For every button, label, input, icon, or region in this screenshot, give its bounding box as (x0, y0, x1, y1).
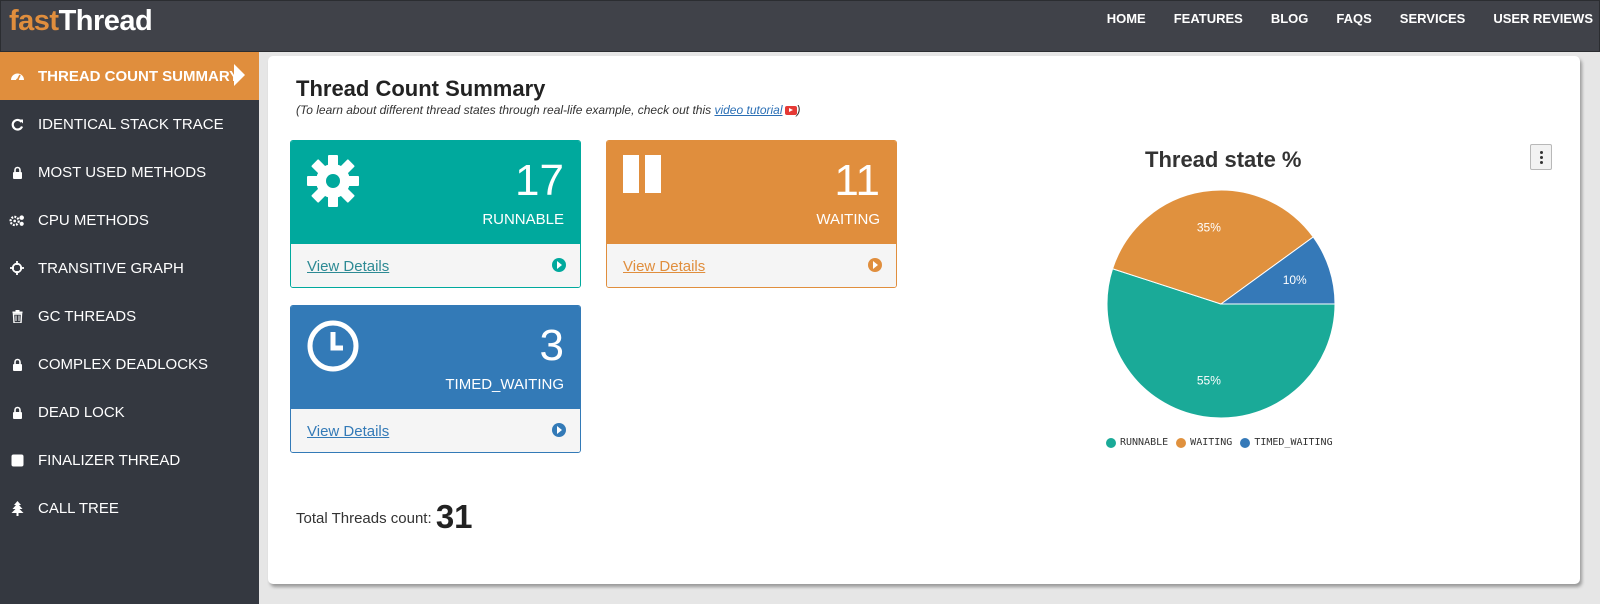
legend-item-runnable[interactable]: RUNNABLE (1106, 437, 1168, 448)
pie-data-label: 10% (1283, 273, 1307, 287)
legend-label: TIMED_WAITING (1254, 437, 1333, 448)
card-header: 3 TIMED_WAITING (291, 306, 580, 409)
sidebar-item-label: TRANSITIVE GRAPH (38, 259, 184, 277)
waiting-view-details-link[interactable]: View Details (623, 258, 705, 275)
nav-features[interactable]: FEATURES (1174, 11, 1243, 26)
sidebar-item-label: FINALIZER THREAD (38, 451, 181, 469)
thread-state-pie-chart: 55% 35% 10% (1106, 189, 1336, 419)
top-navbar: fastThread HOME FEATURES BLOG FAQS SERVI… (0, 0, 1600, 52)
app-logo[interactable]: fastThread (9, 5, 153, 38)
waiting-label: WAITING (816, 211, 880, 228)
arrow-circle-right-icon[interactable] (868, 258, 882, 272)
total-threads-label: Total Threads count: (296, 510, 432, 527)
sidebar-item-complex-deadlocks[interactable]: COMPLEX DEADLOCKS (0, 340, 259, 388)
logo-fast: fast (9, 5, 59, 37)
card-footer[interactable]: View Details (291, 244, 580, 287)
sidebar-item-label: IDENTICAL STACK TRACE (38, 115, 224, 133)
tree-icon (9, 500, 25, 516)
total-threads-value: 31 (435, 498, 473, 535)
main-nav: HOME FEATURES BLOG FAQS SERVICES USER RE… (1107, 1, 1599, 35)
subtitle-end: ) (796, 103, 801, 117)
pause-icon (623, 155, 677, 209)
card-footer[interactable]: View Details (291, 409, 580, 452)
nav-faqs[interactable]: FAQS (1336, 11, 1371, 26)
sidebar-item-label: THREAD COUNT SUMMARY (38, 67, 240, 85)
chart-title: Thread state % (1145, 147, 1302, 172)
waiting-card: 11 WAITING View Details (606, 140, 897, 288)
total-threads: Total Threads count: 31 (296, 498, 473, 536)
refresh-icon (9, 116, 25, 132)
pie-data-label: 35% (1197, 220, 1221, 234)
sidebar-item-label: MOST USED METHODS (38, 163, 207, 181)
clock-icon (307, 320, 361, 374)
timed-waiting-card: 3 TIMED_WAITING View Details (290, 305, 581, 453)
legend-label: RUNNABLE (1120, 437, 1169, 448)
card-footer[interactable]: View Details (607, 244, 896, 287)
menu-dot (1540, 151, 1543, 154)
waiting-count: 11 (834, 156, 880, 205)
runnable-label: RUNNABLE (482, 211, 564, 228)
runnable-card: 17 RUNNABLE View Details (290, 140, 581, 288)
cogs-icon (9, 212, 25, 228)
sidebar-item-finalizer-thread[interactable]: FINALIZER THREAD (0, 436, 259, 484)
sidebar-item-transitive-graph[interactable]: TRANSITIVE GRAPH (0, 244, 259, 292)
nav-home[interactable]: HOME (1107, 11, 1146, 26)
nav-user-reviews[interactable]: USER REVIEWS (1493, 11, 1593, 26)
logo-thread: Thread (58, 5, 153, 37)
sidebar-item-identical-stack-trace[interactable]: IDENTICAL STACK TRACE (0, 100, 259, 148)
timed-waiting-label: TIMED_WAITING (445, 376, 564, 393)
legend-dot (1176, 437, 1187, 448)
sidebar-item-most-used-methods[interactable]: MOST USED METHODS (0, 148, 259, 196)
sidebar-item-dead-lock[interactable]: DEAD LOCK (0, 388, 259, 436)
trash-icon (9, 308, 25, 324)
nav-blog[interactable]: BLOG (1271, 11, 1309, 26)
timed-waiting-count: 3 (539, 321, 564, 370)
card-header: 17 RUNNABLE (291, 141, 580, 244)
chart-menu-button[interactable] (1530, 144, 1552, 170)
gear-icon (307, 155, 361, 209)
page-subtitle: (To learn about different thread states … (296, 103, 801, 117)
legend-dot (1106, 437, 1116, 448)
arrow-circle-right-icon[interactable] (552, 423, 566, 437)
chart-legend: RUNNABLE WAITING TIMED_WAITING (1106, 437, 1341, 448)
subtitle-text: (To learn about different thread states … (296, 103, 715, 117)
sidebar-item-call-tree[interactable]: CALL TREE (0, 484, 259, 532)
legend-item-waiting[interactable]: WAITING (1176, 437, 1232, 448)
legend-dot (1240, 437, 1251, 448)
arrow-circle-right-icon[interactable] (552, 258, 566, 272)
page-title: Thread Count Summary (296, 76, 546, 101)
runnable-view-details-link[interactable]: View Details (307, 258, 389, 275)
pie-data-label: 55% (1197, 374, 1221, 388)
menu-dot (1540, 156, 1543, 159)
sidebar-item-label: CPU METHODS (38, 211, 149, 229)
sidebar-item-cpu-methods[interactable]: CPU METHODS (0, 196, 259, 244)
runnable-count: 17 (515, 156, 564, 205)
lock-icon (9, 356, 25, 372)
sidebar-item-label: GC THREADS (38, 307, 137, 325)
sidebar-item-label: COMPLEX DEADLOCKS (38, 355, 209, 373)
sidebar-item-thread-count-summary[interactable]: THREAD COUNT SUMMARY (0, 52, 259, 100)
legend-item-timed-waiting[interactable]: TIMED_WAITING (1240, 437, 1333, 448)
sidebar-item-label: DEAD LOCK (38, 403, 125, 421)
legend-label: WAITING (1190, 437, 1233, 448)
sidebar-item-gc-threads[interactable]: GC THREADS (0, 292, 259, 340)
card-header: 11 WAITING (607, 141, 896, 244)
crosshair-icon (9, 260, 25, 276)
square-icon (9, 452, 25, 468)
dashboard-icon (9, 68, 25, 84)
thread-count-summary-panel: Thread Count Summary (To learn about dif… (268, 56, 1580, 584)
nav-services[interactable]: SERVICES (1400, 11, 1466, 26)
youtube-icon[interactable] (784, 106, 797, 116)
sidebar: THREAD COUNT SUMMARY IDENTICAL STACK TRA… (0, 52, 259, 604)
timed-waiting-view-details-link[interactable]: View Details (307, 423, 389, 440)
video-tutorial-link[interactable]: video tutorial (714, 103, 782, 117)
lock-icon (9, 404, 25, 420)
sidebar-item-label: CALL TREE (38, 499, 119, 517)
lock-icon (9, 164, 25, 180)
menu-dot (1540, 161, 1543, 164)
